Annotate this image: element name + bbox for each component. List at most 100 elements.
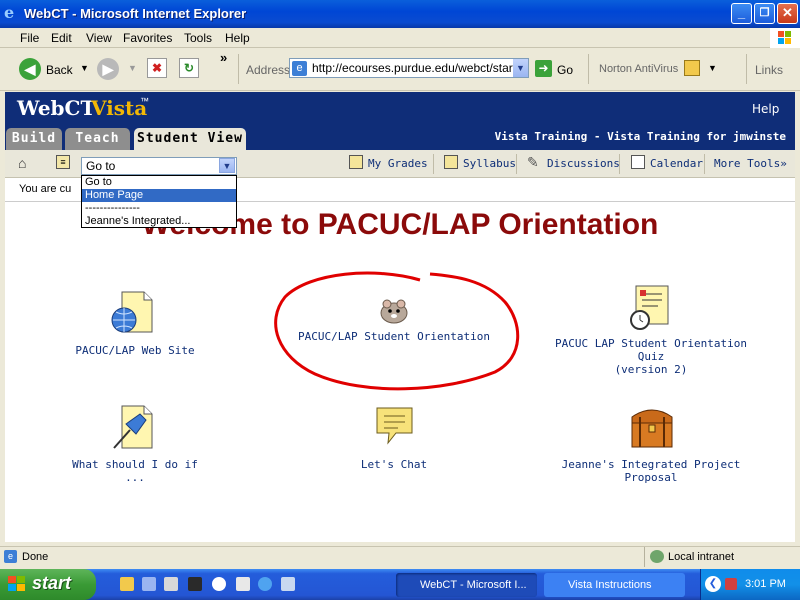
goto-option-separator: --------------- [85,202,140,214]
system-tray: ❮ 3:01 PM [700,569,800,600]
window-title: WebCT - Microsoft Internet Explorer [24,6,247,21]
pushpin-note-icon[interactable] [110,404,154,455]
address-input[interactable]: http://ecourses.purdue.edu/webct/startf [289,58,529,78]
webct-logo: WebCT [17,96,96,120]
norton-icon[interactable] [684,60,700,76]
windows-flag-icon [8,576,26,597]
back-dropdown-icon[interactable]: ▼ [80,63,89,73]
start-button[interactable]: start [0,569,96,600]
tab-build[interactable]: Build [6,128,62,150]
goto-option[interactable]: Go to [82,176,236,189]
back-label[interactable]: Back [46,63,73,77]
toolbar-separator [588,54,589,84]
toolbar-separator [619,154,620,174]
web-site-link[interactable]: PACUC/LAP Web Site [60,344,210,357]
calendar-icon [631,155,645,169]
window-titlebar: e WebCT - Microsoft Internet Explorer _ … [0,0,800,28]
vista-logo: Vista [91,96,148,120]
intranet-globe-icon [650,550,664,563]
status-bar: e Done Local intranet [0,546,800,567]
stop-icon[interactable]: ✖ [147,58,167,78]
goto-select[interactable]: Go to [81,157,237,175]
quicklaunch-icon[interactable] [164,577,178,591]
globe-page-icon[interactable] [110,290,154,337]
close-button[interactable]: ✕ [777,3,798,24]
taskbar-vista-instructions[interactable]: Vista Instructions [544,573,685,597]
treasure-chest-icon[interactable] [628,403,676,452]
quicklaunch-icon[interactable] [142,577,156,591]
clock[interactable]: 3:01 PM [745,578,786,590]
go-button[interactable]: Go [557,63,573,77]
page-icon: e [292,61,307,76]
address-label: Address [246,63,291,77]
lets-chat-link[interactable]: Let's Chat [330,458,458,471]
zone-text: Local intranet [668,551,735,563]
chat-bubble-icon[interactable] [374,405,416,452]
home-icon[interactable]: ⌂ [18,156,34,170]
syllabus-icon [444,155,458,169]
tab-teach[interactable]: Teach [65,128,130,150]
toolbar-separator [746,54,747,84]
webct-header: WebCT Vista ™ Help [5,92,795,126]
tray-expand-icon[interactable]: ❮ [705,576,721,592]
syllabus-link[interactable]: Syllabus [463,157,516,170]
toolbar-separator [238,54,239,84]
go-arrow-icon[interactable]: ➜ [535,60,552,77]
course-menu-icon[interactable]: ≡ [56,155,70,169]
course-context-title: Vista Training - Vista Training for jmwi… [494,130,786,143]
grades-icon [349,155,363,169]
menu-edit[interactable]: Edit [51,31,72,45]
quicklaunch-icon[interactable] [236,577,250,591]
tray-icon[interactable] [725,578,737,590]
hamster-icon[interactable] [378,296,410,327]
menu-file[interactable]: File [20,31,39,45]
status-text: Done [22,551,49,563]
quiz-link[interactable]: PACUC LAP Student Orientation Quiz (vers… [540,337,762,376]
quicklaunch-icon[interactable] [212,577,226,591]
forward-dropdown-icon[interactable]: ▼ [128,63,137,73]
norton-label[interactable]: Norton AntiVirus [599,63,678,75]
address-dropdown-icon[interactable]: ▼ [513,59,528,77]
quicklaunch-icon[interactable] [281,577,295,591]
what-should-i-do-link[interactable]: What should I do if ... [60,458,210,484]
forward-arrow-icon[interactable]: ▶ [97,58,119,80]
refresh-icon[interactable]: ↻ [179,58,199,78]
discussions-link[interactable]: Discussions [547,157,620,170]
minimize-button[interactable]: _ [731,3,752,24]
toolbar-separator [516,154,517,174]
goto-option-home[interactable]: Home Page [82,189,236,202]
menu-bar: File Edit View Favorites Tools Help [0,28,800,48]
toolbar-separator [433,154,434,174]
taskbar-webct-window[interactable]: WebCT - Microsoft I... [396,573,537,597]
start-label: start [32,573,72,593]
trademark: ™ [140,96,149,106]
menu-view[interactable]: View [86,31,112,45]
quiz-clock-icon[interactable] [628,284,672,335]
project-proposal-link[interactable]: Jeanne's Integrated Project Proposal [540,458,762,484]
tab-student-view[interactable]: Student View [134,128,246,150]
windows-logo-icon [770,28,800,48]
calendar-link[interactable]: Calendar [650,157,703,170]
quicklaunch-icon[interactable] [120,577,134,591]
goto-option-jeanne[interactable]: Jeanne's Integrated... [82,215,236,228]
toolbar-chevron[interactable]: » [220,50,227,65]
maximize-button[interactable]: ❐ [754,3,775,24]
more-tools-link[interactable]: More Tools» [714,157,787,170]
menu-favorites[interactable]: Favorites [123,31,172,45]
discussions-icon: ✎ [527,154,539,170]
goto-dropdown-list: Go to Home Page --------------- Jeanne's… [81,175,237,228]
norton-dropdown-icon[interactable]: ▼ [708,63,717,73]
ie-quicklaunch-icon[interactable] [258,577,272,591]
my-grades-link[interactable]: My Grades [368,157,428,170]
student-orientation-link[interactable]: PACUC/LAP Student Orientation [290,330,498,343]
ie-icon: e [4,3,15,22]
goto-dropdown-icon[interactable]: ▼ [219,158,235,173]
links-label[interactable]: Links [755,63,783,77]
page-status-icon: e [4,550,17,563]
quicklaunch-icon[interactable] [188,577,202,591]
toolbar-separator [704,154,705,174]
help-link[interactable]: Help [752,102,779,116]
menu-tools[interactable]: Tools [184,31,212,45]
menu-help[interactable]: Help [225,31,250,45]
back-arrow-icon[interactable]: ◀ [19,58,41,80]
